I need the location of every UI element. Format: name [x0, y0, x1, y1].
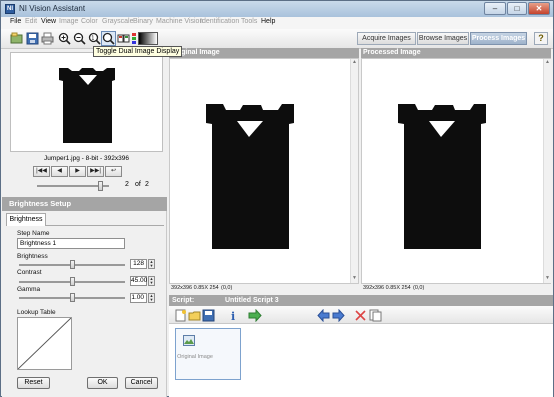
last-image-button[interactable]: ▶▶|	[87, 166, 104, 177]
tab-acquire-images[interactable]: Acquire Images	[357, 32, 416, 45]
script-label: Script:	[172, 297, 195, 304]
contrast-spin-icon[interactable]: ▲ ▼	[148, 276, 155, 286]
brightness-spin-icon[interactable]: ▲ ▼	[148, 259, 155, 269]
return-button[interactable]: ↩	[105, 166, 122, 177]
grayscale-ramp-icon[interactable]	[138, 32, 158, 45]
zoom-1to1-icon[interactable]: 1	[87, 31, 102, 46]
delete-step-icon[interactable]	[354, 309, 367, 322]
ok-button[interactable]: OK	[87, 377, 118, 389]
tab-brightness[interactable]: Brightness	[6, 213, 46, 226]
open-image-icon[interactable]	[9, 31, 24, 46]
contrast-value[interactable]: 45.00	[130, 276, 147, 286]
gamma-spin-icon[interactable]: ▲ ▼	[148, 293, 155, 303]
menu-edit[interactable]: Edit	[25, 18, 37, 25]
next-image-button[interactable]: ▶	[69, 166, 86, 177]
menu-image[interactable]: Image	[59, 18, 78, 25]
menu-color[interactable]: Color	[81, 18, 98, 25]
move-right-icon[interactable]	[332, 308, 345, 323]
info-icon[interactable]: i	[227, 309, 240, 323]
zoom-fit-icon[interactable]	[101, 31, 116, 46]
original-image-view[interactable]	[169, 58, 359, 284]
image-caption: Jumper1.jpg - 8-bit - 392x396	[44, 155, 129, 162]
page-total: 2	[145, 181, 149, 188]
save-script-icon[interactable]	[202, 309, 215, 322]
original-vertical-scrollbar[interactable]: ▲ ▼	[350, 59, 358, 283]
menu-binary[interactable]: Binary	[133, 18, 153, 25]
svg-text:i: i	[231, 310, 235, 322]
thumbnail-preview[interactable]	[10, 52, 163, 152]
scroll-up-icon[interactable]: ▲	[544, 59, 551, 66]
page-of: of	[135, 181, 141, 188]
script-step-label: Original Image	[177, 354, 213, 360]
menu-tools[interactable]: Tools	[241, 18, 257, 25]
scroll-up-icon[interactable]: ▲	[351, 59, 358, 66]
menu-identification[interactable]: Identification	[200, 18, 239, 25]
help-icon[interactable]: ?	[534, 32, 548, 45]
menu-machine-vision[interactable]: Machine Vision	[156, 18, 203, 25]
processed-vertical-scrollbar[interactable]: ▲ ▼	[543, 59, 551, 283]
menu-grayscale[interactable]: Grayscale	[102, 18, 134, 25]
original-coords: (0,0)	[221, 285, 233, 291]
first-image-button[interactable]: |◀◀	[33, 166, 50, 177]
original-image-header: Original Image	[169, 48, 359, 58]
window-title: NI Vision Assistant	[19, 4, 86, 13]
original-jumper-image	[206, 104, 294, 249]
gamma-value[interactable]: 1.00	[130, 293, 147, 303]
save-image-icon[interactable]	[25, 31, 40, 46]
reset-button[interactable]: Reset	[17, 377, 50, 389]
brightness-label: Brightness	[17, 253, 48, 260]
contrast-slider-handle[interactable]	[69, 277, 75, 286]
lookup-table-graph	[17, 317, 72, 370]
step-name-label: Step Name	[17, 230, 50, 237]
menu-view[interactable]: View	[41, 18, 56, 25]
move-left-icon[interactable]	[317, 308, 330, 323]
brightness-slider-handle[interactable]	[69, 260, 75, 269]
prev-image-button[interactable]: ◀	[51, 166, 68, 177]
page-current: 2	[125, 181, 129, 188]
run-script-icon[interactable]	[248, 308, 264, 323]
dual-display-icon[interactable]	[116, 31, 131, 46]
scroll-down-icon[interactable]: ▼	[351, 275, 358, 282]
gamma-slider-handle[interactable]	[69, 293, 75, 302]
close-button[interactable]: ✕	[528, 2, 550, 15]
tooltip: Toggle Dual Image Display	[93, 46, 183, 57]
tab-browse-images[interactable]: Browse Images	[417, 32, 469, 45]
title-bar: NI NI Vision Assistant – □ ✕	[1, 1, 553, 17]
script-properties-icon[interactable]	[369, 309, 382, 322]
jumper-thumbnail-image	[59, 68, 115, 143]
app-window: NI NI Vision Assistant – □ ✕ File Edit V…	[0, 0, 554, 397]
zoom-out-icon[interactable]	[72, 31, 87, 46]
step-name-input[interactable]: Brightness 1	[17, 238, 125, 249]
image-step-icon	[183, 335, 195, 346]
print-icon[interactable]	[40, 31, 55, 46]
brightness-value[interactable]: 128	[130, 259, 147, 269]
script-name: Untitled Script 3	[225, 297, 279, 304]
menu-file[interactable]: File	[10, 18, 21, 25]
menu-help[interactable]: Help	[261, 18, 275, 25]
minimize-button[interactable]: –	[484, 2, 506, 15]
menu-bar: File Edit View Image Color Grayscale Bin…	[1, 17, 553, 29]
image-slider-handle[interactable]	[98, 181, 103, 191]
app-logo-icon: NI	[5, 4, 15, 14]
setup-header: Brightness Setup	[2, 197, 167, 211]
palette-icon[interactable]	[130, 31, 138, 46]
gamma-label: Gamma	[17, 286, 41, 293]
scroll-down-icon[interactable]: ▼	[544, 275, 551, 282]
new-script-icon[interactable]	[174, 309, 187, 322]
zoom-in-icon[interactable]	[57, 31, 72, 46]
open-script-icon[interactable]	[188, 309, 201, 322]
contrast-label: Contrast	[17, 269, 42, 276]
processed-coords: (0,0)	[413, 285, 425, 291]
svg-text:1: 1	[91, 36, 94, 42]
script-header: Script: Untitled Script 3	[169, 295, 553, 306]
processed-image-header: Processed Image	[361, 48, 551, 58]
processed-image-view[interactable]	[361, 58, 551, 284]
maximize-button[interactable]: □	[507, 2, 527, 15]
tab-process-images[interactable]: Process Images	[470, 32, 527, 45]
cancel-button[interactable]: Cancel	[125, 377, 158, 389]
lookup-table-label: Lookup Table	[17, 309, 56, 316]
processed-jumper-image	[398, 104, 486, 249]
